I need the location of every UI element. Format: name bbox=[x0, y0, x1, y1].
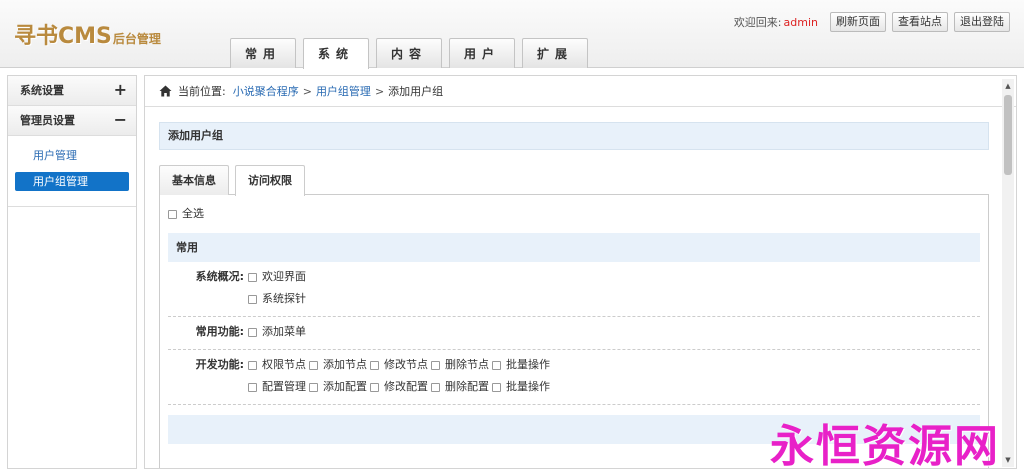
permission-item[interactable]: 批量操作 bbox=[492, 358, 550, 372]
permission-checkbox[interactable] bbox=[309, 360, 318, 370]
permission-label: 添加配置 bbox=[323, 380, 367, 393]
permission-label: 添加节点 bbox=[323, 358, 367, 371]
topbar: 欢迎回来: admin 刷新页面 查看站点 退出登陆 bbox=[734, 12, 1010, 32]
breadcrumb-prefix: 当前位置: bbox=[178, 84, 226, 98]
permission-label: 批量操作 bbox=[506, 380, 550, 393]
main-nav: 常用 系统 内容 用户 扩展 bbox=[230, 38, 595, 69]
logo: 寻书CMS后台管理 bbox=[14, 18, 161, 50]
permission-checkbox[interactable] bbox=[492, 382, 501, 392]
permission-checkbox[interactable] bbox=[248, 272, 257, 282]
scrollbar-thumb[interactable] bbox=[1004, 95, 1012, 175]
permission-item[interactable]: 删除节点 bbox=[431, 358, 489, 372]
permission-group-label: 开发功能: bbox=[195, 358, 244, 371]
select-all-checkbox[interactable] bbox=[168, 209, 177, 219]
permission-label: 欢迎界面 bbox=[262, 270, 306, 283]
watermark: 永恒资源网 bbox=[770, 421, 1000, 472]
breadcrumb-link-user-group[interactable]: 用户组管理 bbox=[316, 76, 371, 107]
select-all-label: 全选 bbox=[182, 207, 204, 220]
permission-label: 系统探针 bbox=[262, 292, 306, 305]
permission-item[interactable]: 权限节点 bbox=[248, 358, 306, 372]
permission-group-dev-functions: 开发功能: 权限节点 添加节点 修改节点 删除节点 批量操作 配置管理 添加配置… bbox=[168, 350, 980, 405]
permission-checkbox[interactable] bbox=[370, 382, 379, 392]
sidebar-section-label: 系统设置 bbox=[20, 84, 64, 97]
scroll-down-icon[interactable]: ▼ bbox=[1002, 453, 1014, 467]
section-header-common: 常用 bbox=[168, 233, 980, 262]
page-title: 添加用户组 bbox=[159, 122, 989, 150]
view-site-button[interactable]: 查看站点 bbox=[892, 12, 948, 32]
expand-icon[interactable]: + bbox=[114, 76, 127, 104]
refresh-button[interactable]: 刷新页面 bbox=[830, 12, 886, 32]
permission-checkbox[interactable] bbox=[431, 360, 440, 370]
breadcrumb-link-home[interactable]: 小说聚合程序 bbox=[233, 76, 299, 107]
scrollbar[interactable]: ▲ ▼ bbox=[1002, 79, 1014, 467]
home-icon bbox=[159, 85, 172, 97]
permission-group-system-overview: 系统概况: 欢迎界面 系统探针 bbox=[168, 262, 980, 317]
permission-item[interactable]: 添加配置 bbox=[309, 380, 367, 394]
permission-checkbox[interactable] bbox=[370, 360, 379, 370]
nav-tab-system[interactable]: 系统 bbox=[303, 38, 369, 69]
permission-label: 删除节点 bbox=[445, 358, 489, 371]
permission-checkbox[interactable] bbox=[309, 382, 318, 392]
logout-button[interactable]: 退出登陆 bbox=[954, 12, 1010, 32]
permission-checkbox[interactable] bbox=[431, 382, 440, 392]
tab-basic-info[interactable]: 基本信息 bbox=[159, 165, 229, 195]
permission-checkbox[interactable] bbox=[248, 382, 257, 392]
nav-tab-extend[interactable]: 扩展 bbox=[522, 38, 588, 68]
permission-item[interactable]: 删除配置 bbox=[431, 380, 489, 394]
breadcrumb: 当前位置: 小说聚合程序 > 用户组管理 > 添加用户组 bbox=[145, 76, 1016, 107]
permission-item[interactable]: 批量操作 bbox=[492, 380, 550, 394]
permission-label: 修改配置 bbox=[384, 380, 428, 393]
header: 寻书CMS后台管理 欢迎回来: admin 刷新页面 查看站点 退出登陆 常用 … bbox=[0, 0, 1024, 69]
permission-item[interactable]: 系统探针 bbox=[248, 292, 306, 306]
nav-tab-content[interactable]: 内容 bbox=[376, 38, 442, 68]
sidebar-items: 用户管理 用户组管理 bbox=[8, 136, 136, 207]
permission-label: 修改节点 bbox=[384, 358, 428, 371]
content-tabs: 基本信息 访问权限 bbox=[159, 165, 989, 196]
permission-checkbox[interactable] bbox=[248, 360, 257, 370]
select-all[interactable]: 全选 bbox=[168, 205, 204, 223]
permission-label: 批量操作 bbox=[506, 358, 550, 371]
nav-tab-user[interactable]: 用户 bbox=[449, 38, 515, 68]
breadcrumb-current: 添加用户组 bbox=[388, 84, 444, 98]
permission-item[interactable]: 配置管理 bbox=[248, 380, 306, 394]
collapse-icon[interactable]: − bbox=[114, 106, 127, 134]
tab-access-permissions[interactable]: 访问权限 bbox=[235, 165, 305, 196]
username: admin bbox=[783, 15, 818, 29]
logo-sub: 后台管理 bbox=[112, 32, 161, 46]
sidebar-section-admin-settings[interactable]: 管理员设置 − bbox=[8, 106, 136, 136]
permission-checkbox[interactable] bbox=[248, 327, 257, 337]
permission-checkbox[interactable] bbox=[248, 294, 257, 304]
permission-group-common-functions: 常用功能: 添加菜单 bbox=[168, 317, 980, 350]
nav-tab-common[interactable]: 常用 bbox=[230, 38, 296, 68]
permission-label: 权限节点 bbox=[262, 358, 306, 371]
permission-item[interactable]: 欢迎界面 bbox=[248, 270, 306, 284]
permission-label: 删除配置 bbox=[445, 380, 489, 393]
permission-item[interactable]: 修改配置 bbox=[370, 380, 428, 394]
permission-checkbox[interactable] bbox=[492, 360, 501, 370]
sidebar-item-user-management[interactable]: 用户管理 bbox=[15, 146, 129, 165]
permission-item[interactable]: 添加菜单 bbox=[248, 325, 306, 339]
sidebar-section-label: 管理员设置 bbox=[20, 114, 75, 127]
logo-main: 寻书CMS bbox=[14, 24, 112, 49]
scroll-up-icon[interactable]: ▲ bbox=[1002, 79, 1014, 93]
permission-item[interactable]: 添加节点 bbox=[309, 358, 367, 372]
sidebar-item-user-group-management[interactable]: 用户组管理 bbox=[15, 172, 129, 191]
permission-group-label: 常用功能: bbox=[195, 325, 244, 338]
breadcrumb-separator: > bbox=[374, 84, 385, 98]
sidebar: 系统设置 + 管理员设置 − 用户管理 用户组管理 bbox=[7, 75, 137, 469]
permission-label: 添加菜单 bbox=[262, 325, 306, 338]
permission-label: 配置管理 bbox=[262, 380, 306, 393]
permission-group-label: 系统概况: bbox=[195, 270, 244, 283]
sidebar-section-system-settings[interactable]: 系统设置 + bbox=[8, 76, 136, 106]
permission-item[interactable]: 修改节点 bbox=[370, 358, 428, 372]
breadcrumb-separator: > bbox=[302, 84, 312, 98]
welcome-text: 欢迎回来: bbox=[733, 16, 782, 29]
